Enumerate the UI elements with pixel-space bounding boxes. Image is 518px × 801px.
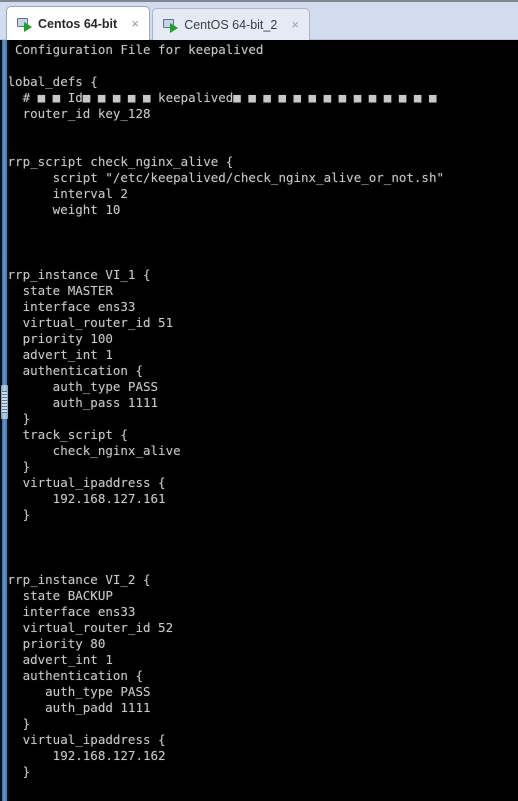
scrollbar-thumb[interactable]	[1, 385, 8, 419]
vim-status-line: "keepalived.conf" 47L, 757C	[0, 787, 518, 801]
vmware-workstation-window: Centos 64-bit × CentOS 64-bit_2 × ! Conf…	[0, 0, 518, 801]
vm-play-icon	[163, 18, 179, 33]
tab-centos-64-bit[interactable]: Centos 64-bit ×	[6, 6, 151, 40]
console-left-scrollbar[interactable]	[0, 40, 9, 801]
tab-label: Centos 64-bit	[38, 16, 118, 31]
tab-close-icon[interactable]: ×	[288, 17, 302, 32]
vm-console-screen[interactable]: ! Configuration File for keepalived glob…	[0, 40, 518, 801]
vim-editor-content[interactable]: ! Configuration File for keepalived glob…	[0, 40, 444, 796]
vm-tab-bar: Centos 64-bit × CentOS 64-bit_2 ×	[0, 0, 518, 40]
vm-play-icon	[17, 17, 32, 32]
scrollbar-track[interactable]	[2, 40, 7, 801]
tab-close-icon[interactable]: ×	[128, 16, 142, 31]
tab-centos-64-bit-2[interactable]: CentOS 64-bit_2 ×	[152, 8, 311, 40]
tab-label: CentOS 64-bit_2	[184, 17, 278, 32]
